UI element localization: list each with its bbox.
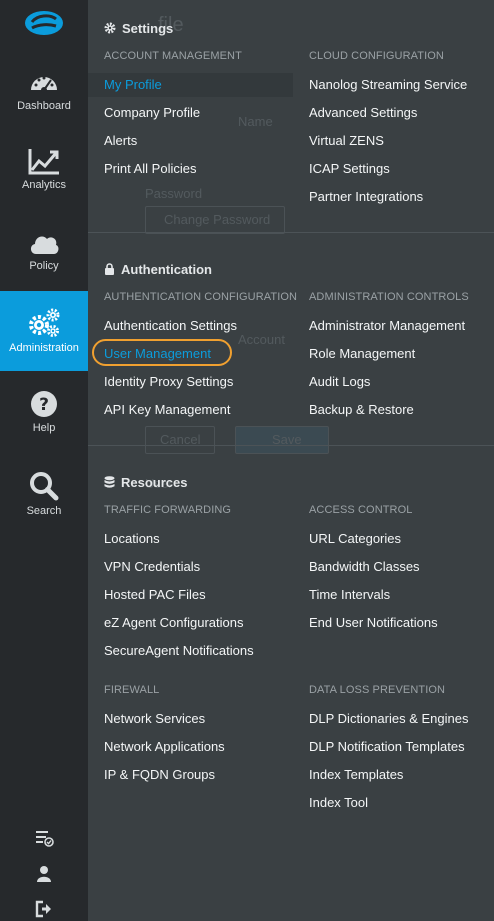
section-divider (88, 232, 494, 233)
background-account-text: Account (238, 332, 285, 347)
nav-administration[interactable]: Administration (0, 291, 88, 371)
help-circle-icon: ? (31, 391, 57, 417)
firewall-header: FIREWALL (104, 684, 160, 696)
access-control-header: ACCESS CONTROL (309, 504, 413, 516)
background-save-button: Save (235, 426, 329, 454)
menu-item-icap-settings[interactable]: ICAP Settings (309, 161, 390, 176)
sidebar: Dashboard Analytics Policy Administratio… (0, 0, 88, 921)
administration-controls-header: ADMINISTRATION CONTROLS (309, 291, 469, 303)
cloud-configuration-header: CLOUD CONFIGURATION (309, 50, 444, 62)
zscaler-logo-icon[interactable] (23, 6, 65, 38)
section-divider (88, 445, 494, 446)
logout-icon[interactable] (34, 899, 54, 919)
nav-help[interactable]: ? Help (0, 386, 88, 466)
user-icon[interactable] (34, 864, 54, 884)
resources-section-title: Resources (104, 475, 187, 490)
background-change-password-button: Change Password (145, 206, 285, 234)
settings-title-text: Settings (122, 21, 174, 36)
menu-item-my-profile[interactable]: My Profile (104, 77, 162, 92)
nav-help-label: Help (32, 422, 56, 434)
gear-icon (104, 22, 116, 34)
background-name-text: Name (238, 114, 273, 129)
menu-item-bandwidth-classes[interactable]: Bandwidth Classes (309, 559, 420, 574)
menu-item-dlp-notification-templates[interactable]: DLP Notification Templates (309, 739, 465, 754)
background-password-label: Password (145, 186, 203, 201)
menu-item-network-applications[interactable]: Network Applications (104, 739, 225, 754)
background-change-password-label: Change Password (164, 212, 271, 227)
nav-analytics-label: Analytics (21, 179, 67, 191)
menu-item-advanced-settings[interactable]: Advanced Settings (309, 105, 417, 120)
menu-item-alerts[interactable]: Alerts (104, 133, 137, 148)
menu-item-index-templates[interactable]: Index Templates (309, 767, 403, 782)
analytics-chart-icon (28, 149, 59, 175)
menu-item-company-profile[interactable]: Company Profile (104, 105, 200, 120)
menu-item-ip-fqdn-groups[interactable]: IP & FQDN Groups (104, 767, 215, 782)
menu-item-url-categories[interactable]: URL Categories (309, 531, 401, 546)
lock-icon (105, 263, 114, 275)
settings-section-title: Settings (104, 21, 173, 36)
nav-search[interactable]: Search (0, 467, 88, 547)
account-management-header: ACCOUNT MANAGEMENT (104, 50, 242, 62)
menu-item-administrator-management[interactable]: Administrator Management (309, 318, 465, 333)
menu-item-locations[interactable]: Locations (104, 531, 160, 546)
authentication-configuration-header: AUTHENTICATION CONFIGURATION (104, 291, 298, 303)
svg-text:?: ? (39, 395, 49, 415)
menu-item-backup-restore[interactable]: Backup & Restore (309, 402, 414, 417)
menu-item-vpn-credentials[interactable]: VPN Credentials (104, 559, 200, 574)
menu-item-ez-agent-configurations[interactable]: eZ Agent Configurations (104, 615, 243, 630)
nav-analytics[interactable]: Analytics (0, 143, 88, 223)
menu-item-nanolog-streaming-service[interactable]: Nanolog Streaming Service (309, 77, 467, 92)
administration-menu-panel: file Name Password Change Password Accou… (88, 0, 494, 921)
menu-item-time-intervals[interactable]: Time Intervals (309, 587, 390, 602)
menu-item-user-management[interactable]: User Management (104, 346, 211, 361)
nav-search-label: Search (26, 505, 62, 517)
traffic-forwarding-header: TRAFFIC FORWARDING (104, 504, 232, 516)
menu-item-end-user-notifications[interactable]: End User Notifications (309, 615, 438, 630)
menu-item-identity-proxy-settings[interactable]: Identity Proxy Settings (104, 374, 233, 389)
menu-item-audit-logs[interactable]: Audit Logs (309, 374, 370, 389)
menu-item-virtual-zens[interactable]: Virtual ZENS (309, 133, 384, 148)
dashboard-gauge-icon (31, 76, 57, 93)
menu-item-index-tool[interactable]: Index Tool (309, 795, 368, 810)
menu-item-api-key-management[interactable]: API Key Management (104, 402, 230, 417)
nav-dashboard-label: Dashboard (17, 100, 71, 112)
menu-item-print-all-policies[interactable]: Print All Policies (104, 161, 196, 176)
authentication-title-text: Authentication (121, 262, 212, 277)
menu-item-network-services[interactable]: Network Services (104, 711, 205, 726)
gears-icon (29, 308, 60, 337)
authentication-section-title: Authentication (104, 262, 212, 277)
menu-item-partner-integrations[interactable]: Partner Integrations (309, 189, 423, 204)
cloud-icon (30, 236, 59, 254)
menu-item-secureagent-notifications[interactable]: SecureAgent Notifications (104, 643, 254, 658)
nav-policy-label: Policy (29, 260, 59, 272)
resources-title-text: Resources (121, 475, 188, 490)
menu-item-role-management[interactable]: Role Management (309, 346, 415, 361)
menu-item-dlp-dictionaries-engines[interactable]: DLP Dictionaries & Engines (309, 711, 468, 726)
search-icon (30, 472, 59, 501)
task-list-icon[interactable] (34, 828, 54, 848)
background-cancel-button: Cancel (145, 426, 215, 454)
database-icon (104, 476, 115, 488)
data-loss-prevention-header: DATA LOSS PREVENTION (309, 684, 446, 696)
menu-item-authentication-settings[interactable]: Authentication Settings (104, 318, 237, 333)
nav-dashboard[interactable]: Dashboard (0, 62, 88, 142)
nav-administration-label: Administration (9, 342, 79, 354)
menu-item-hosted-pac-files[interactable]: Hosted PAC Files (104, 587, 206, 602)
